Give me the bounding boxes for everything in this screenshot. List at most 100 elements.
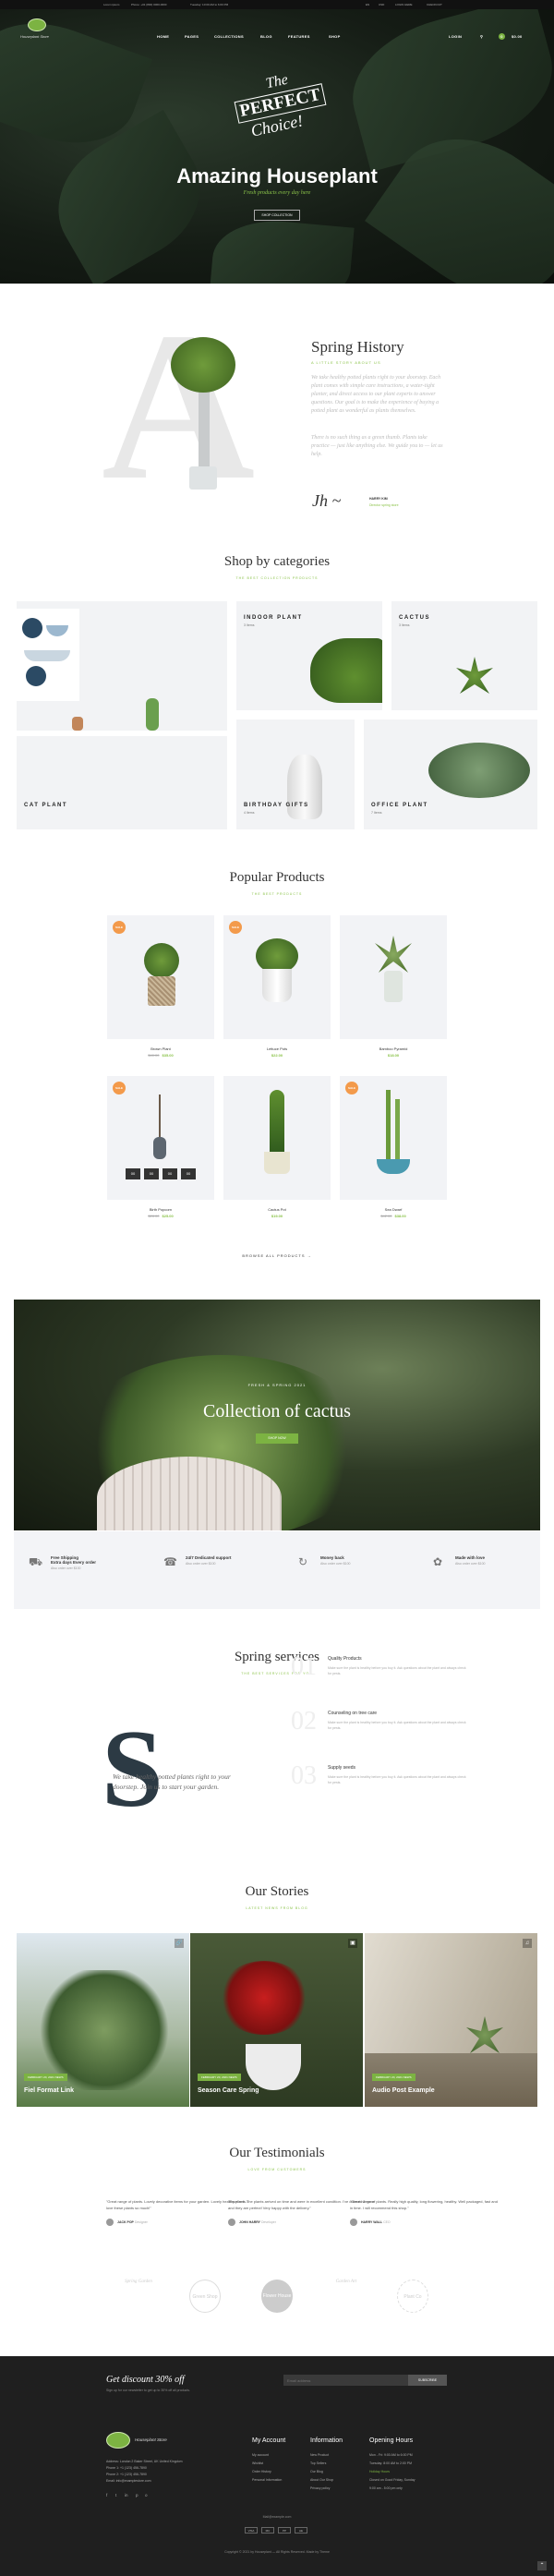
social-instagram-icon[interactable]: o — [145, 2493, 148, 2497]
footer-logo[interactable] — [106, 2432, 130, 2449]
logo[interactable] — [28, 18, 46, 31]
language-select[interactable]: EN — [366, 3, 369, 6]
image-icon[interactable]: ▣ — [348, 1939, 357, 1948]
product-card[interactable]: Bamboo Pyramid $18.00 — [340, 915, 447, 1058]
product-price: $42.00 $38.00 — [380, 1214, 406, 1218]
category-count: 7 Items — [371, 811, 382, 815]
services-subtitle: THE BEST SERVICES FOR YOU — [241, 1672, 313, 1675]
product-name[interactable]: Lettuce Pots — [223, 1046, 331, 1051]
mastercard-icon: MC — [261, 2527, 274, 2534]
cart-count[interactable]: 0 — [499, 33, 505, 40]
product-card[interactable]: 00 00 00 00 SALE Birth Popcorn $28.00 $25… — [107, 1076, 214, 1218]
footer-link[interactable]: Our Blog — [310, 2470, 323, 2473]
product-name[interactable]: Sea Dwarf — [340, 1207, 447, 1212]
product-name[interactable]: Birth Popcorn — [107, 1207, 214, 1212]
leaf-decoration — [209, 215, 355, 284]
social-pinterest-icon[interactable]: p — [136, 2493, 138, 2497]
footer-link[interactable]: Privacy policy — [310, 2486, 330, 2490]
product-image[interactable]: 00 00 00 00 — [107, 1076, 214, 1200]
story-card[interactable]: ♫ FEBRUARY 20, 2021 NEWS Audio Post Exam… — [365, 1933, 537, 2107]
social-linkedin-icon[interactable]: in — [125, 2493, 128, 2497]
product-card[interactable]: SALE Brown Plant $40.00 $35.00 — [107, 915, 214, 1058]
category-name: CACTUS — [399, 615, 430, 621]
brand-logo[interactable]: Plant Co — [397, 2280, 428, 2313]
big-letter-s: S — [102, 1707, 163, 1830]
subscribe-button[interactable]: SUBSCRIBE — [408, 2375, 447, 2386]
search-icon[interactable]: ⚲ — [480, 34, 483, 39]
product-name[interactable]: Cactus Pot — [223, 1207, 331, 1212]
categories-subtitle: THE BEST COLLECTION PRODUCTS — [235, 576, 319, 580]
audio-icon[interactable]: ♫ — [523, 1939, 532, 1948]
browse-all-products-link[interactable]: BROWSE ALL PRODUCTS → — [0, 1253, 554, 1258]
product-name[interactable]: Brown Plant — [107, 1046, 214, 1051]
hero-section: Houseplant Store HOME PAGES COLLECTIONS … — [0, 9, 554, 284]
link-icon[interactable]: 🔗 — [175, 1939, 184, 1948]
nav-login[interactable]: LOGIN — [449, 34, 462, 39]
footer-link[interactable]: New Product — [310, 2453, 329, 2457]
nav-blog[interactable]: BLOG — [260, 34, 272, 39]
feature-money-back: ↻ Money back Also order over $100 — [298, 1555, 351, 1568]
product-image[interactable] — [340, 1076, 447, 1200]
nav-shop[interactable]: SHOP — [329, 34, 341, 39]
social-facebook-icon[interactable]: f — [106, 2493, 107, 2497]
product-image[interactable] — [223, 1076, 331, 1200]
main-nav: Houseplant Store HOME PAGES COLLECTIONS … — [0, 9, 554, 65]
story-card[interactable]: 🔗 FEBRUARY 20, 2021 NEWS Fiel Format Lin… — [17, 1933, 189, 2107]
login-link[interactable]: LOGIN HERE — [395, 3, 413, 6]
product-image[interactable] — [107, 915, 214, 1039]
shop-collection-button[interactable]: SHOP COLLECTION — [254, 210, 300, 221]
category-name: BIRTHDAY GIFTS — [244, 803, 309, 808]
nav-pages[interactable]: PAGES — [185, 34, 199, 39]
category-card-cactus[interactable]: CACTUS 3 Items — [391, 601, 537, 710]
category-count: 4 Items — [244, 811, 255, 815]
newsletter-subtitle: Sign up for our newsletter to get up to … — [106, 2389, 190, 2392]
social-twitter-icon[interactable]: t — [115, 2493, 116, 2497]
category-card-office-plant[interactable]: OFFICE PLANT 7 Items — [364, 720, 537, 829]
hours-line: 9:00 am - 5:00 pm only — [369, 2486, 403, 2490]
nav-features[interactable]: FEATURES — [288, 34, 310, 39]
brand-logo[interactable]: Garden Art — [323, 2280, 369, 2313]
currency-select[interactable]: USD — [379, 3, 384, 6]
footer-link[interactable]: Top Sellers — [310, 2461, 326, 2465]
brand-logo[interactable]: Flower House — [261, 2280, 293, 2313]
topbar-hours: Tuesday: 10:00 AM to 6:00 PM — [190, 3, 229, 6]
footer-link[interactable]: Order History — [252, 2470, 271, 2473]
footer-link[interactable]: About Our Shop — [310, 2478, 333, 2482]
plant-illustration — [171, 337, 240, 494]
countdown-hours: 00 — [144, 1168, 159, 1179]
perfect-choice-badge: The PERFECT Choice! — [234, 72, 327, 157]
footer-link[interactable]: My account — [252, 2453, 269, 2457]
newsletter-email-input[interactable] — [283, 2375, 408, 2386]
nav-collections[interactable]: COLLECTIONS — [214, 34, 244, 39]
product-image[interactable] — [340, 915, 447, 1039]
newsletter-title: Get discount 30% off — [106, 2375, 185, 2385]
brand-logo[interactable]: Green Shop — [189, 2280, 221, 2313]
product-image[interactable] — [223, 915, 331, 1039]
checkout-link[interactable]: CHECKOUT — [427, 3, 442, 6]
footer-link[interactable]: Personal Information — [252, 2478, 282, 2482]
product-card[interactable]: SALE Lettuce Pots $22.00 — [223, 915, 331, 1058]
footer-link[interactable]: Wishlist — [252, 2461, 263, 2465]
product-card[interactable]: SALE Sea Dwarf $42.00 $38.00 — [340, 1076, 447, 1218]
history-paragraph-1: We take healthy potted plants right to y… — [311, 375, 441, 414]
back-to-top-button[interactable]: ⌃ — [537, 2561, 547, 2570]
category-card-birthday-gifts[interactable]: BIRTHDAY GIFTS 4 Items — [236, 720, 355, 829]
amex-icon: AE — [295, 2527, 307, 2534]
product-name[interactable]: Bamboo Pyramid — [340, 1046, 447, 1051]
category-card-cat-plant[interactable]: CAT PLANT — [17, 601, 227, 829]
footer-col-hours-title: Opening Hours — [369, 2437, 414, 2444]
services-quote: We take healthy potted plants right to y… — [113, 1772, 231, 1791]
countdown-mins: 00 — [163, 1168, 177, 1179]
brand-logo[interactable]: Spring Garden — [115, 2280, 162, 2313]
footer-phone-2: Phone 2: +1 (123) 456-7890 — [106, 2473, 147, 2476]
story-card[interactable]: ▣ FEBRUARY 20, 2021 NEWS Season Care Spr… — [190, 1933, 363, 2107]
nav-home[interactable]: HOME — [157, 34, 169, 39]
category-card-indoor-plant[interactable]: INDOOR PLANT 3 Items — [236, 601, 382, 710]
phone-icon: ☎ — [163, 1555, 177, 1568]
product-card[interactable]: Cactus Pot $19.00 — [223, 1076, 331, 1218]
countdown-days: 00 — [126, 1168, 140, 1179]
shop-now-button[interactable]: SHOP NOW — [256, 1433, 298, 1444]
paypal-icon: PP — [278, 2527, 291, 2534]
product-price: $28.00 $25.00 — [148, 1214, 174, 1218]
cart-total[interactable]: $0.00 — [512, 34, 523, 39]
